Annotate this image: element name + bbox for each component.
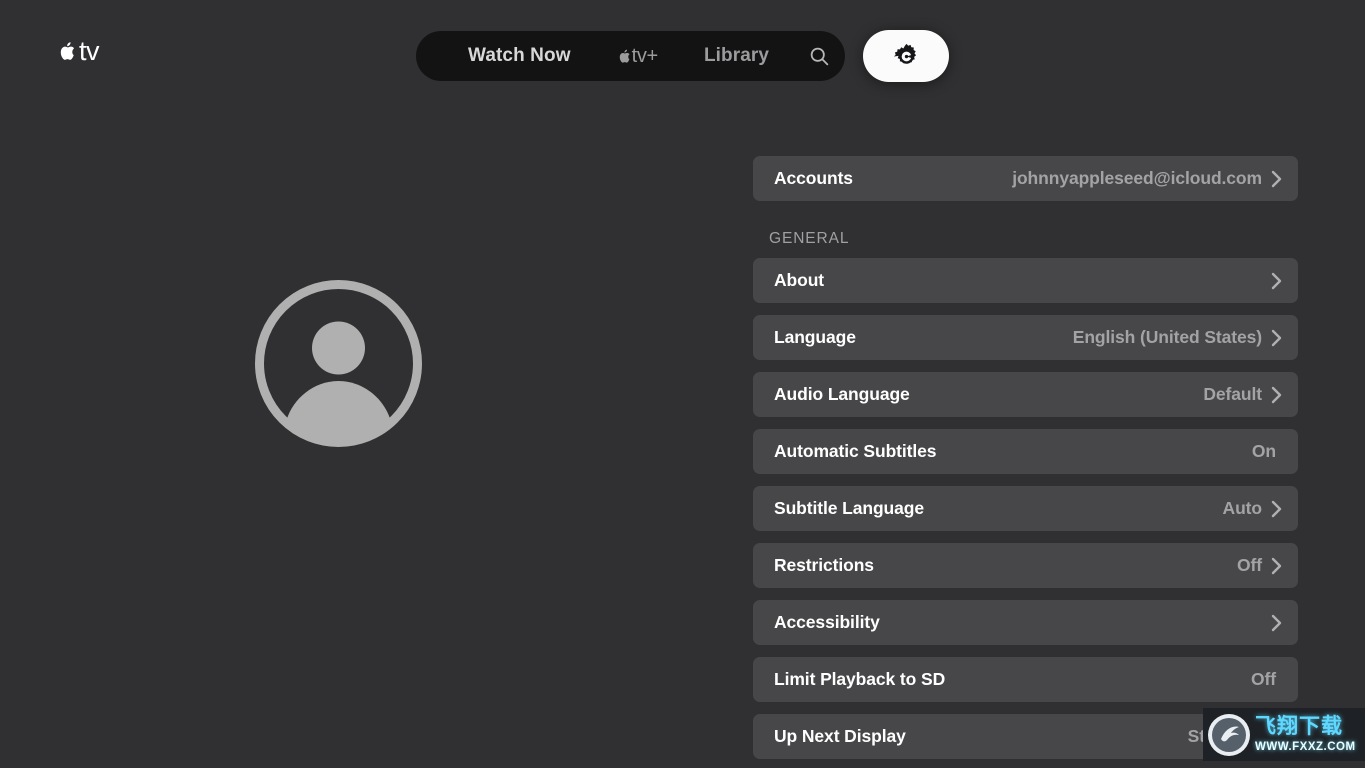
chevron-right-icon [1271,386,1282,404]
settings-row[interactable]: Language English (United States) [753,315,1298,360]
settings-row-label: Subtitle Language [774,498,924,519]
settings-row-label: Audio Language [774,384,910,405]
watermark-overlay: 飞翔下载 WWW.FXXZ.COM [1203,708,1365,761]
section-header-general: GENERAL [753,213,1298,258]
settings-row[interactable]: Restrictions Off [753,543,1298,588]
settings-row-value: English (United States) [1073,327,1262,348]
settings-row-value: Default [1203,384,1262,405]
watermark-title: 飞翔下载 [1255,716,1356,737]
chevron-right-icon [1271,500,1282,518]
settings-button[interactable] [863,30,949,82]
general-rows-container: About Language English (United States) Audi… [753,258,1298,759]
chevron-right-icon [1271,614,1282,632]
search-button[interactable] [793,31,845,81]
nav-pill: Watch Now tv+ Library [416,31,845,81]
settings-row-value: Auto [1223,498,1262,519]
watermark-url: WWW.FXXZ.COM [1255,742,1356,754]
chevron-right-icon [1271,329,1282,347]
settings-row[interactable]: About [753,258,1298,303]
settings-row-value: On [1252,441,1276,462]
chevron-right-icon [1271,557,1282,575]
chevron-right-icon [1271,272,1282,290]
person-avatar-icon [260,285,418,444]
settings-row[interactable]: Audio Language Default [753,372,1298,417]
settings-row-label: Up Next Display [774,726,906,747]
apple-tv-logo: tv [57,40,99,63]
settings-row-value: Off [1237,555,1262,576]
settings-list: Accounts johnnyappleseed@icloud.com GENE… [753,156,1298,768]
search-icon [809,46,830,67]
avatar [255,280,422,447]
top-navigation-bar: tv Watch Now tv+ Library [0,0,1365,112]
settings-row-label: About [774,270,824,291]
settings-row[interactable]: Subtitle Language Auto [753,486,1298,531]
nav-item-watch-now[interactable]: Watch Now [444,31,595,81]
settings-row-label: Automatic Subtitles [774,441,936,462]
nav-item-library[interactable]: Library [680,31,793,81]
settings-row[interactable]: Accessibility [753,600,1298,645]
settings-row-label: Restrictions [774,555,874,576]
watermark-text: 飞翔下载 WWW.FXXZ.COM [1255,716,1356,754]
settings-row-label: Limit Playback to SD [774,669,945,690]
gear-icon [893,43,920,70]
settings-row-label: Language [774,327,856,348]
apple-logo-icon [617,48,631,65]
settings-row-value: johnnyappleseed@icloud.com [1012,168,1262,189]
settings-row-accounts[interactable]: Accounts johnnyappleseed@icloud.com [753,156,1298,201]
settings-row-value: Off [1251,669,1276,690]
settings-row[interactable]: Automatic Subtitles On [753,429,1298,474]
nav-item-tv-plus-label: tv+ [632,48,658,65]
apple-logo-icon [57,40,76,63]
nav-item-tv-plus[interactable]: tv+ [595,31,680,81]
settings-row[interactable]: Limit Playback to SD Off [753,657,1298,702]
fxxz-logo-icon [1207,713,1251,757]
settings-row-label: Accessibility [774,612,880,633]
settings-row-label: Accounts [774,168,853,189]
chevron-right-icon [1271,170,1282,188]
brand-text: tv [79,40,99,63]
